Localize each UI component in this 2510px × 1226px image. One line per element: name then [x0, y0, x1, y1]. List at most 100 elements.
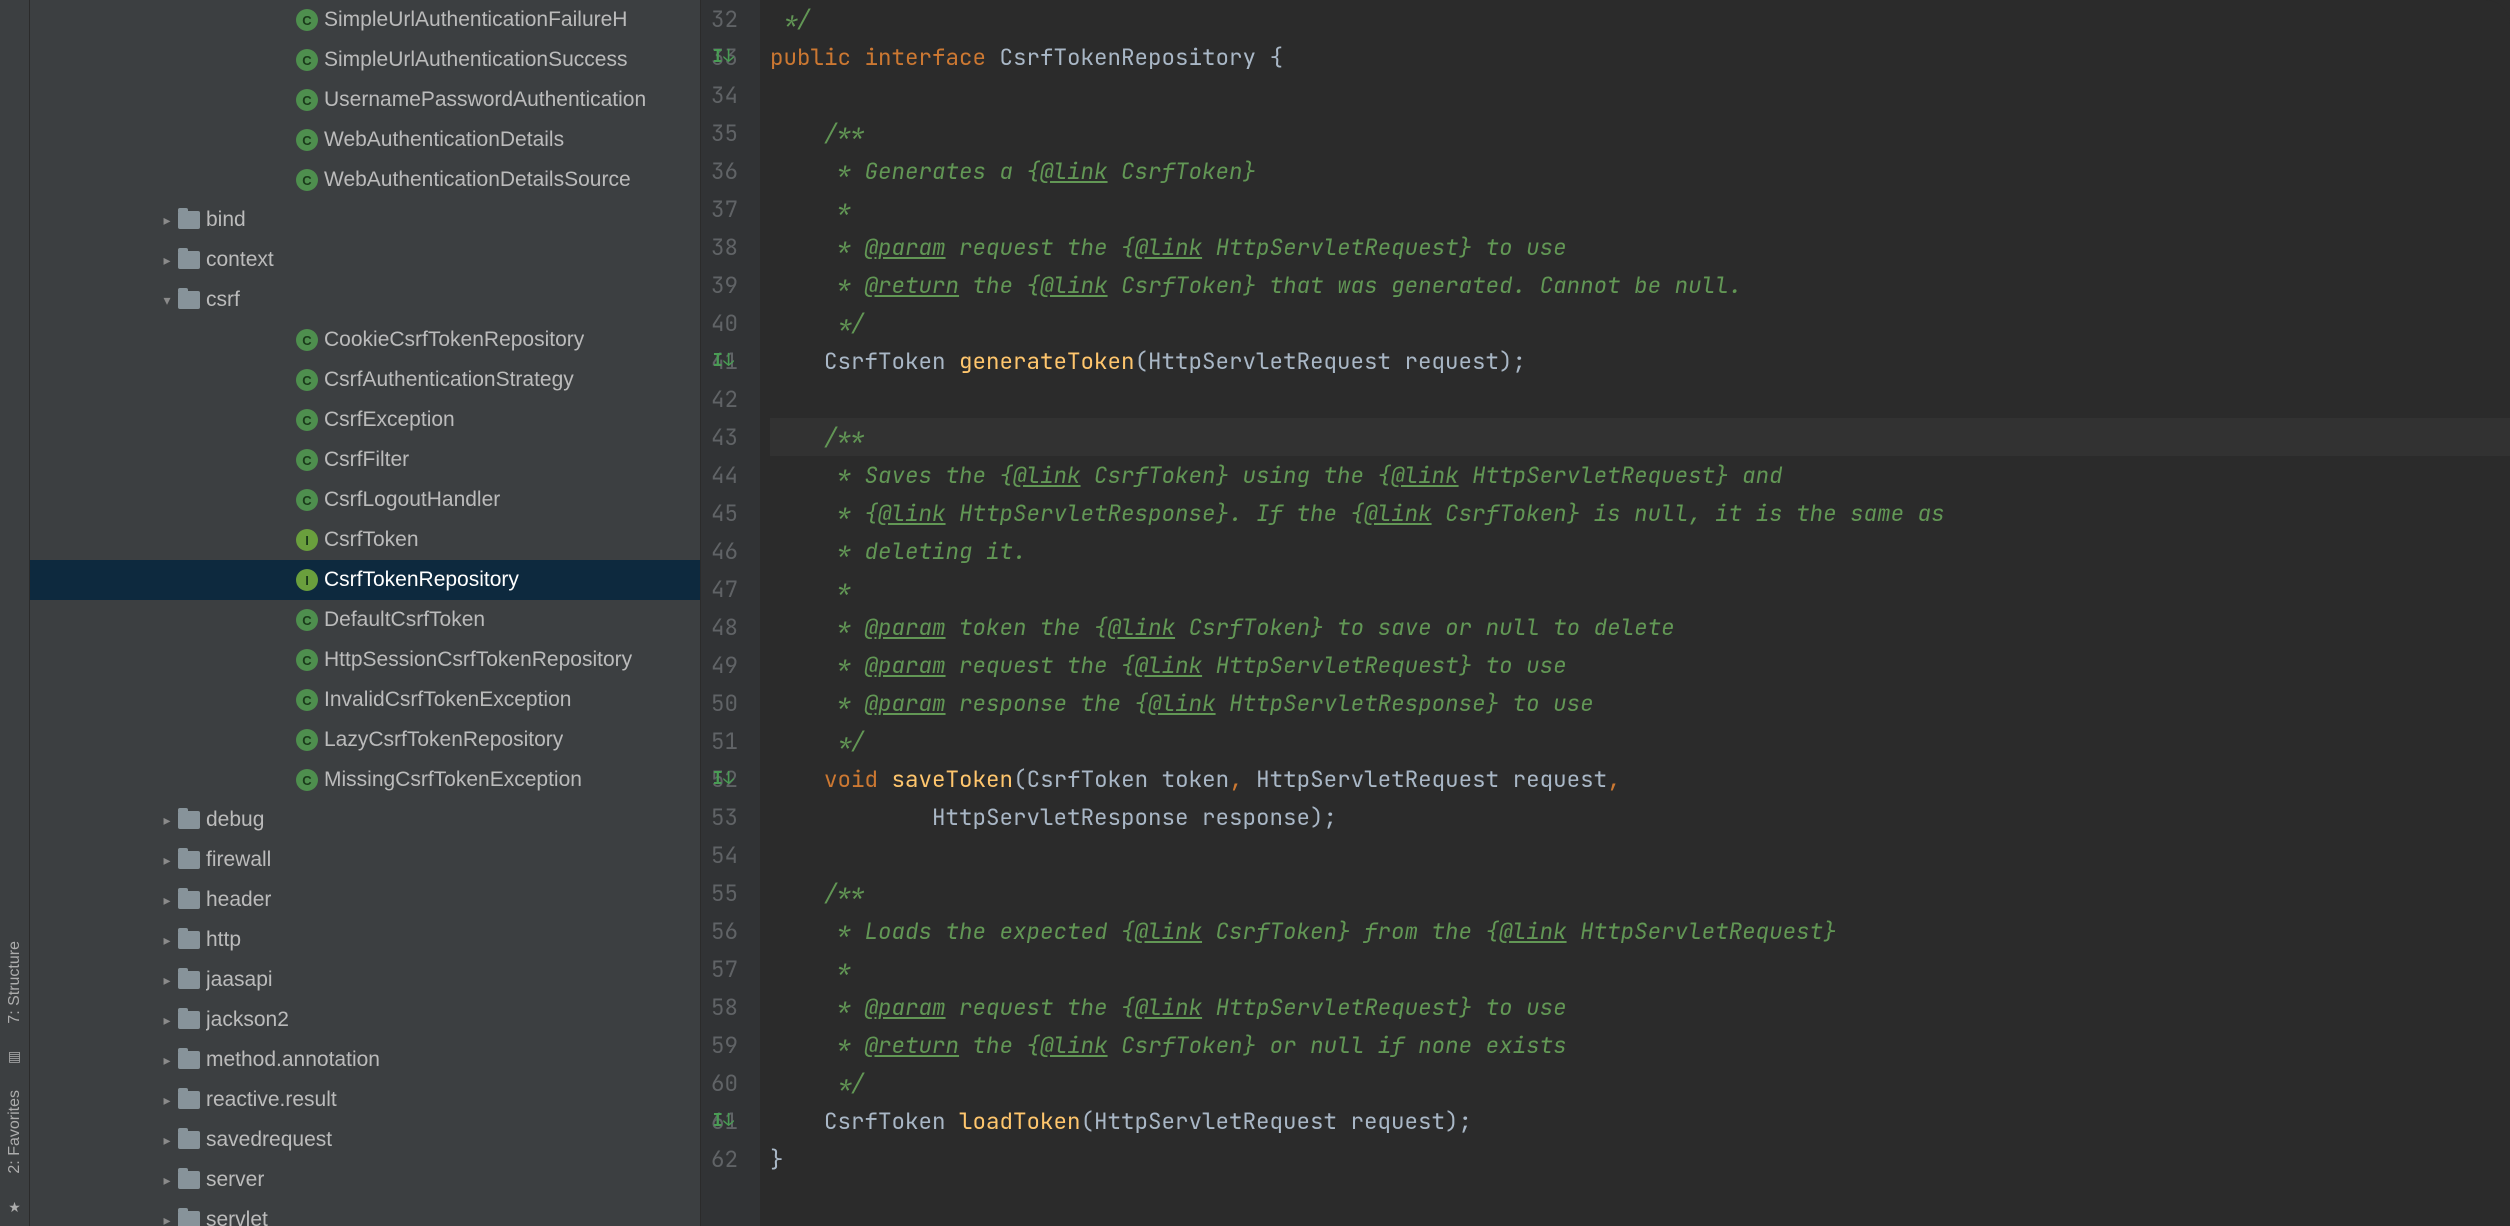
line-number[interactable]: 38 [711, 228, 738, 266]
tree-folder-reactive.result[interactable]: ▸reactive.result [30, 1080, 700, 1120]
tree-arrow-icon[interactable]: ▸ [158, 212, 176, 229]
tree-folder-context[interactable]: ▸context [30, 240, 700, 280]
tree-file-CsrfAuthenticationStrategy[interactable]: ▸CsrfAuthenticationStrategy [30, 360, 700, 400]
code-line[interactable]: HttpServletResponse response); [770, 798, 2510, 836]
line-number[interactable]: 37 [711, 190, 738, 228]
line-number[interactable]: 58 [711, 988, 738, 1026]
tree-file-CsrfLogoutHandler[interactable]: ▸CsrfLogoutHandler [30, 480, 700, 520]
code-line[interactable]: * [770, 950, 2510, 988]
tree-file-CsrfToken[interactable]: ▸CsrfToken [30, 520, 700, 560]
code-line[interactable]: * [770, 190, 2510, 228]
code-line[interactable] [770, 836, 2510, 874]
code-line[interactable] [770, 76, 2510, 114]
line-number[interactable]: 41I↓ [711, 342, 738, 380]
line-number[interactable]: 43 [711, 418, 738, 456]
tree-file-SimpleUrlAuthenticationSuccess[interactable]: ▸SimpleUrlAuthenticationSuccess [30, 40, 700, 80]
line-number[interactable]: 33I↓ [711, 38, 738, 76]
line-number[interactable]: 46 [711, 532, 738, 570]
tree-file-WebAuthenticationDetails[interactable]: ▸WebAuthenticationDetails [30, 120, 700, 160]
tree-file-WebAuthenticationDetailsSource[interactable]: ▸WebAuthenticationDetailsSource [30, 160, 700, 200]
code-line[interactable]: /** [770, 418, 2510, 456]
code-line[interactable]: * @param request the {@link HttpServletR… [770, 988, 2510, 1026]
line-number[interactable]: 54 [711, 836, 738, 874]
tree-file-LazyCsrfTokenRepository[interactable]: ▸LazyCsrfTokenRepository [30, 720, 700, 760]
tree-folder-firewall[interactable]: ▸firewall [30, 840, 700, 880]
code-line[interactable]: public interface CsrfTokenRepository { [770, 38, 2510, 76]
tree-arrow-icon[interactable]: ▸ [158, 812, 176, 829]
tree-file-CookieCsrfTokenRepository[interactable]: ▸CookieCsrfTokenRepository [30, 320, 700, 360]
tree-arrow-icon[interactable]: ▸ [158, 972, 176, 989]
line-number[interactable]: 42 [711, 380, 738, 418]
line-number[interactable]: 57 [711, 950, 738, 988]
code-line[interactable]: } [770, 1140, 2510, 1178]
line-number[interactable]: 40 [711, 304, 738, 342]
rail-favorites[interactable]: 2: Favorites [6, 1085, 24, 1179]
code-line[interactable]: */ [770, 1064, 2510, 1102]
tree-folder-http[interactable]: ▸http [30, 920, 700, 960]
tree-folder-debug[interactable]: ▸debug [30, 800, 700, 840]
line-number[interactable]: 32 [711, 0, 738, 38]
tree-folder-jaasapi[interactable]: ▸jaasapi [30, 960, 700, 1000]
code-line[interactable]: * @param request the {@link HttpServletR… [770, 646, 2510, 684]
editor[interactable]: 3233I↓3435363738394041I↓4243444546474849… [701, 0, 2510, 1226]
code-line[interactable] [770, 380, 2510, 418]
line-number[interactable]: 56 [711, 912, 738, 950]
tree-arrow-icon[interactable]: ▸ [158, 1172, 176, 1189]
gutter[interactable]: 3233I↓3435363738394041I↓4243444546474849… [701, 0, 760, 1226]
tree-file-CsrfException[interactable]: ▸CsrfException [30, 400, 700, 440]
tree-folder-bind[interactable]: ▸bind [30, 200, 700, 240]
code-line[interactable]: CsrfToken loadToken(HttpServletRequest r… [770, 1102, 2510, 1140]
tree-arrow-icon[interactable]: ▾ [158, 292, 176, 309]
line-number[interactable]: 35 [711, 114, 738, 152]
line-number[interactable]: 47 [711, 570, 738, 608]
rail-structure[interactable]: 7: Structure [6, 936, 24, 1029]
line-number[interactable]: 36 [711, 152, 738, 190]
implements-gutter-icon[interactable]: I↓ [712, 38, 734, 76]
code-line[interactable]: */ [770, 0, 2510, 38]
tree-folder-savedrequest[interactable]: ▸savedrequest [30, 1120, 700, 1160]
tree-folder-server[interactable]: ▸server [30, 1160, 700, 1200]
tree-file-DefaultCsrfToken[interactable]: ▸DefaultCsrfToken [30, 600, 700, 640]
tree-folder-csrf[interactable]: ▾csrf [30, 280, 700, 320]
implements-gutter-icon[interactable]: I↓ [712, 760, 734, 798]
tree-folder-servlet[interactable]: ▸servlet [30, 1200, 700, 1226]
implements-gutter-icon[interactable]: I↓ [712, 342, 734, 380]
line-number[interactable]: 48 [711, 608, 738, 646]
tree-arrow-icon[interactable]: ▸ [158, 252, 176, 269]
line-number[interactable]: 60 [711, 1064, 738, 1102]
code-area[interactable]: */public interface CsrfTokenRepository {… [760, 0, 2510, 1226]
code-line[interactable]: * @param request the {@link HttpServletR… [770, 228, 2510, 266]
line-number[interactable]: 61I↓ [711, 1102, 738, 1140]
code-line[interactable]: CsrfToken generateToken(HttpServletReque… [770, 342, 2510, 380]
tree-arrow-icon[interactable]: ▸ [158, 1212, 176, 1226]
line-number[interactable]: 50 [711, 684, 738, 722]
code-line[interactable]: * @return the {@link CsrfToken} or null … [770, 1026, 2510, 1064]
tree-folder-header[interactable]: ▸header [30, 880, 700, 920]
tree-file-CsrfFilter[interactable]: ▸CsrfFilter [30, 440, 700, 480]
line-number[interactable]: 44 [711, 456, 738, 494]
code-line[interactable]: */ [770, 304, 2510, 342]
implements-gutter-icon[interactable]: I↓ [712, 1102, 734, 1140]
tree-file-MissingCsrfTokenException[interactable]: ▸MissingCsrfTokenException [30, 760, 700, 800]
code-line[interactable]: * Loads the expected {@link CsrfToken} f… [770, 912, 2510, 950]
tree-folder-jackson2[interactable]: ▸jackson2 [30, 1000, 700, 1040]
code-line[interactable]: /** [770, 114, 2510, 152]
code-line[interactable]: * deleting it. [770, 532, 2510, 570]
line-number[interactable]: 49 [711, 646, 738, 684]
tree-file-UsernamePasswordAuthentication[interactable]: ▸UsernamePasswordAuthentication [30, 80, 700, 120]
line-number[interactable]: 53 [711, 798, 738, 836]
tree-arrow-icon[interactable]: ▸ [158, 1132, 176, 1149]
tree-file-SimpleUrlAuthenticationFailureH[interactable]: ▸SimpleUrlAuthenticationFailureH [30, 0, 700, 40]
code-line[interactable]: */ [770, 722, 2510, 760]
tree-file-InvalidCsrfTokenException[interactable]: ▸InvalidCsrfTokenException [30, 680, 700, 720]
tree-file-CsrfTokenRepository[interactable]: ▸CsrfTokenRepository [30, 560, 700, 600]
line-number[interactable]: 55 [711, 874, 738, 912]
code-line[interactable]: * Saves the {@link CsrfToken} using the … [770, 456, 2510, 494]
tree-arrow-icon[interactable]: ▸ [158, 852, 176, 869]
tree-file-HttpSessionCsrfTokenRepository[interactable]: ▸HttpSessionCsrfTokenRepository [30, 640, 700, 680]
line-number[interactable]: 52I↓ [711, 760, 738, 798]
line-number[interactable]: 51 [711, 722, 738, 760]
code-line[interactable]: * [770, 570, 2510, 608]
line-number[interactable]: 45 [711, 494, 738, 532]
tree-arrow-icon[interactable]: ▸ [158, 1052, 176, 1069]
